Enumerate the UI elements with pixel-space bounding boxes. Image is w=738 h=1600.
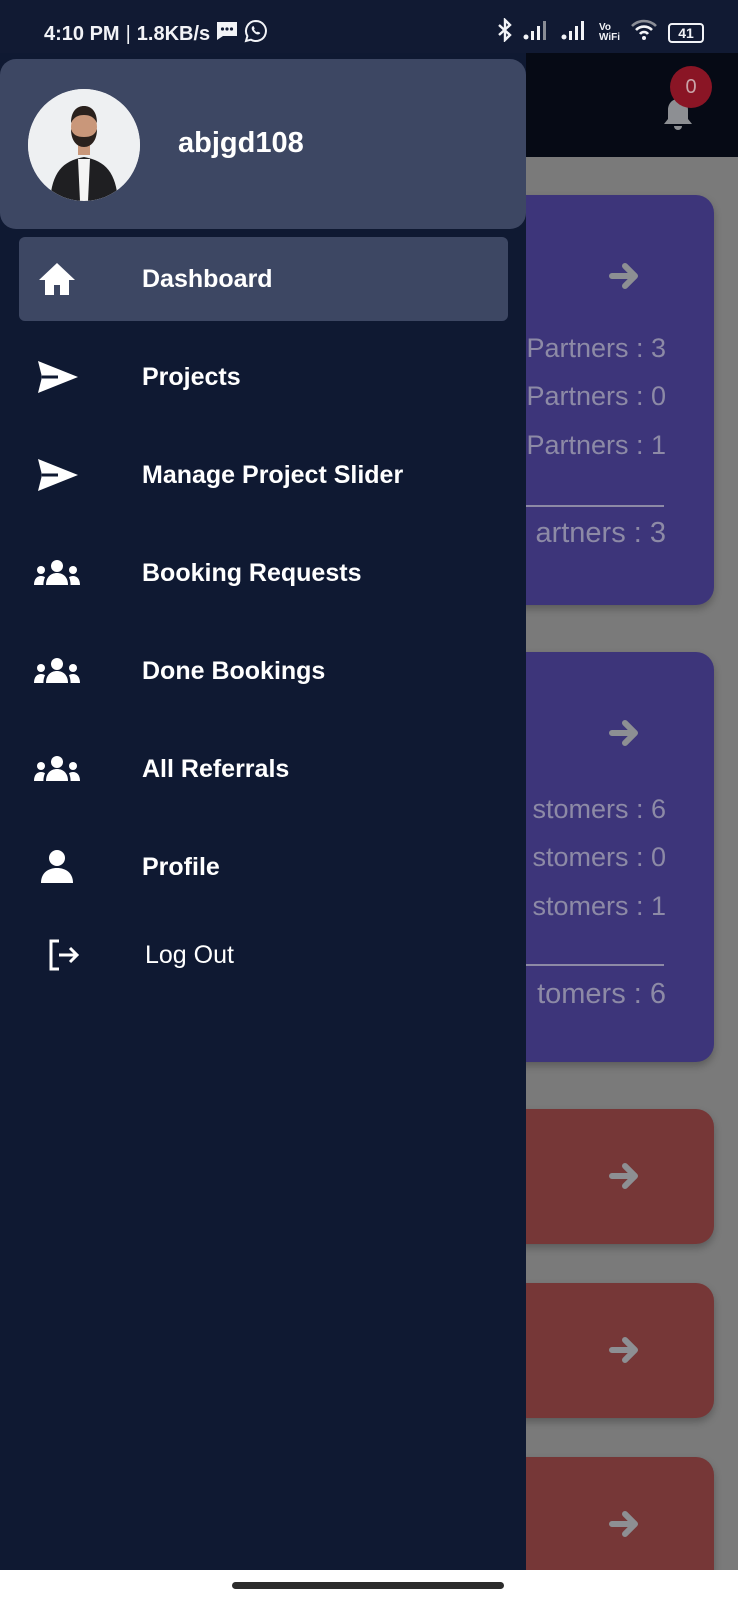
drawer-item-label: All Referrals [142,755,290,783]
arrow-right-icon [609,1337,638,1363]
vowifi-top-text: Vo [598,21,612,33]
card-stat-line: Partners : 0 [526,381,666,411]
avatar [28,89,140,201]
home-gesture-handle[interactable] [232,1582,504,1589]
card-stat-line: Partners : 3 [526,333,666,363]
arrow-right-icon [609,263,638,289]
status-separator: | [125,22,131,45]
card-stat-line: stomers : 6 [532,794,666,824]
logout-icon [39,935,87,975]
users-icon [33,651,81,691]
arrow-right-icon [609,1511,638,1537]
drawer-item-label: Booking Requests [142,559,362,587]
drawer-item-label: Profile [142,853,220,881]
drawer-item-manage-project-slider[interactable]: Manage Project Slider [19,433,508,517]
message-icon [216,21,238,47]
vowifi-icon: Vo WiFi [598,21,620,43]
whatsapp-icon [244,19,268,49]
wifi-icon [630,18,658,47]
drawer-item-label: Manage Project Slider [142,461,404,489]
arrow-right-icon [609,1163,638,1189]
card-total-line: artners : 3 [535,517,666,549]
avatar-photo [28,89,140,201]
drawer-item-label: Dashboard [142,265,273,293]
drawer-item-all-referrals[interactable]: All Referrals [19,727,508,811]
drawer-item-label: Log Out [145,941,234,969]
navigation-drawer: abjgd108 Dashboard Projects Manage Proje… [0,53,526,1570]
status-bar: 4:10 PM | 1.8KB/s Vo WiFi 41 [0,0,738,60]
battery-level: 41 [678,24,694,41]
drawer-item-done-bookings[interactable]: Done Bookings [19,629,508,713]
notification-count-badge: 0 [670,66,712,108]
username: abjgd108 [178,127,304,159]
drawer-item-projects[interactable]: Projects [19,335,508,419]
drawer-item-profile[interactable]: Profile [19,825,508,909]
send-icon [33,357,81,397]
drawer-profile-header[interactable]: abjgd108 [0,59,526,229]
home-icon [33,259,81,299]
send-icon [33,455,81,495]
drawer-item-booking-requests[interactable]: Booking Requests [19,531,508,615]
card-stat-line: stomers : 1 [532,891,666,921]
users-icon [33,553,81,593]
signal-sim2-icon [561,19,589,46]
card-stat-line: stomers : 0 [532,842,666,872]
drawer-item-log-out[interactable]: Log Out [19,913,508,997]
user-icon [33,847,81,887]
drawer-item-label: Projects [142,363,241,391]
system-nav-bar [0,1570,738,1600]
battery-icon: 41 [668,22,704,43]
users-icon [33,749,81,789]
status-net-speed: 1.8KB/s [136,22,211,45]
drawer-item-label: Done Bookings [142,657,326,685]
vowifi-bottom-text: WiFi [598,31,620,43]
card-stat-line: Partners : 1 [526,430,666,460]
drawer-item-dashboard[interactable]: Dashboard [19,237,508,321]
card-total-line: tomers : 6 [537,978,666,1010]
bluetooth-icon [497,17,513,47]
signal-sim1-icon [523,19,551,46]
arrow-right-icon [609,720,638,746]
status-time: 4:10 PM [44,22,120,45]
